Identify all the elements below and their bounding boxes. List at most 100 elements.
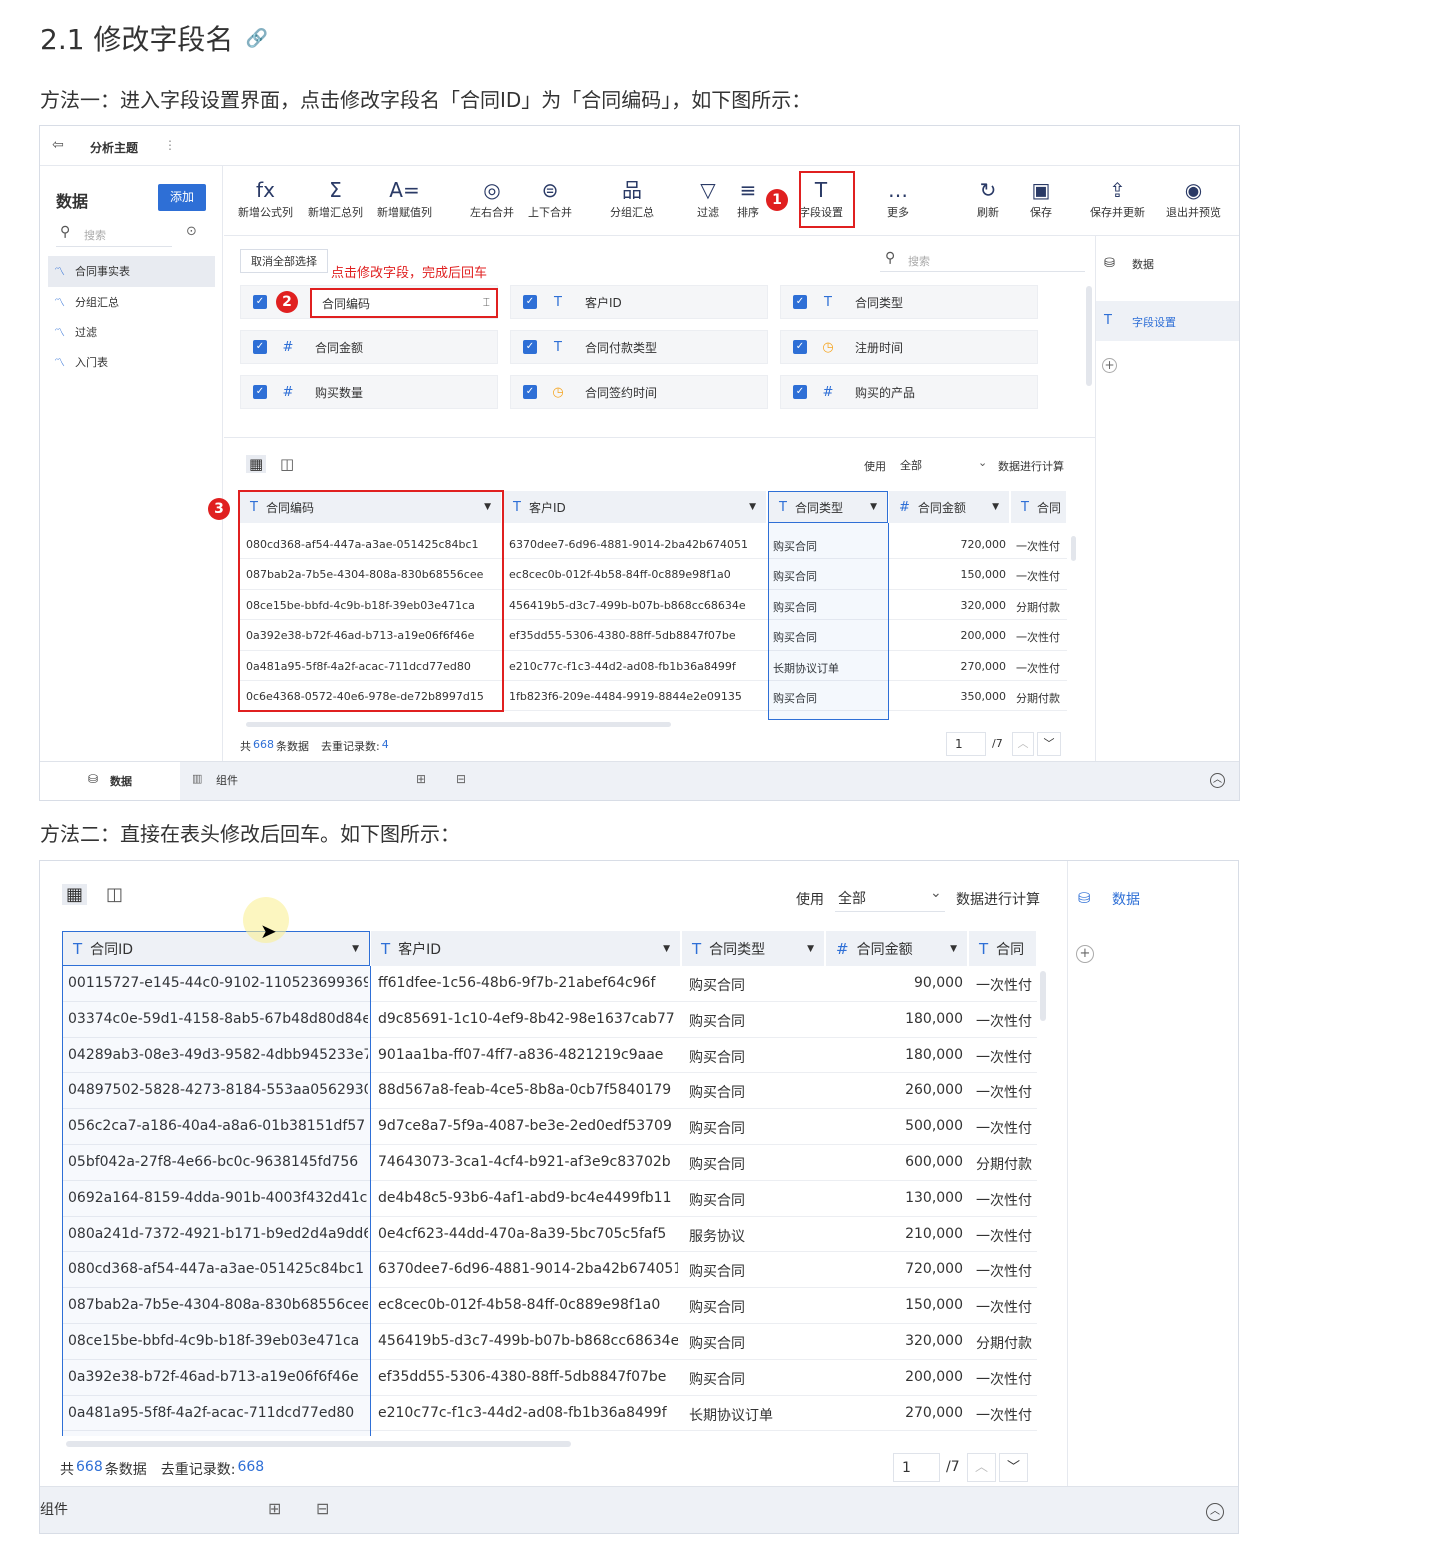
tb-exit-preview[interactable]: ◉ 退出并预览 bbox=[1166, 176, 1221, 220]
checkbox[interactable]: ✓ bbox=[793, 340, 807, 354]
table-cell[interactable]: 456419b5-d3c7-499b-b07b-b868cc68634e bbox=[378, 1333, 678, 1349]
link-icon[interactable]: 🔗 bbox=[245, 28, 267, 49]
col-name[interactable]: 合同 bbox=[1037, 499, 1061, 516]
table-cell[interactable]: 270,000 bbox=[893, 660, 1007, 673]
field-card-6[interactable]: ✓ # 购买数量 bbox=[240, 375, 498, 409]
col-name[interactable]: 合同ID bbox=[90, 939, 133, 959]
field-name[interactable]: 客户ID bbox=[585, 294, 622, 311]
tb-formula[interactable]: fx 新增公式列 bbox=[238, 176, 293, 220]
chevron-up-icon[interactable]: ︿ bbox=[967, 1453, 996, 1482]
col-name[interactable]: 合同金额 bbox=[918, 499, 966, 516]
col-header-2[interactable]: T 合同类型 ▼ bbox=[768, 491, 888, 523]
add-button[interactable]: 添加 bbox=[158, 184, 206, 211]
field-type-icon[interactable]: T bbox=[545, 295, 571, 310]
plus-icon[interactable]: + bbox=[1102, 358, 1117, 373]
plus-icon[interactable]: + bbox=[1076, 945, 1094, 963]
collapse-up-icon[interactable]: ︿ bbox=[1206, 1503, 1224, 1521]
table-cell[interactable]: 一次性付 bbox=[976, 1405, 1037, 1425]
table-cell[interactable]: ff61dfee-1c56-48b6-9f7b-21abef64c96f bbox=[378, 975, 678, 991]
table-cell[interactable]: 服务协议 bbox=[689, 1226, 821, 1246]
table-cell[interactable]: 一次性付 bbox=[976, 1226, 1037, 1246]
table-cell[interactable]: 180,000 bbox=[830, 1047, 963, 1063]
chevron-down-icon[interactable]: ⌄ bbox=[930, 885, 942, 901]
table-cell[interactable]: 一次性付 bbox=[976, 1297, 1037, 1317]
right-data[interactable]: 数据 bbox=[1132, 256, 1154, 272]
table-cell[interactable]: 一次性付 bbox=[1016, 568, 1067, 584]
h-scrollbar[interactable] bbox=[66, 1441, 571, 1447]
field-name[interactable]: 合同付款类型 bbox=[585, 339, 657, 356]
table-cell[interactable]: 购买合同 bbox=[689, 1190, 821, 1210]
ellipsis-icon[interactable]: ⊙ bbox=[186, 224, 197, 239]
checkbox[interactable]: ✓ bbox=[523, 295, 537, 309]
checkbox[interactable]: ✓ bbox=[793, 295, 807, 309]
col-name[interactable]: 合同金额 bbox=[857, 939, 913, 959]
col-header-4[interactable]: T 合同 bbox=[1011, 491, 1067, 523]
table-cell[interactable]: 200,000 bbox=[893, 629, 1007, 642]
chevron-down-icon[interactable]: ﹀ bbox=[999, 1453, 1028, 1482]
table-cell[interactable]: d9c85691-1c10-4ef9-8b42-98e1637cab77 bbox=[378, 1011, 678, 1027]
table-view-icon[interactable]: ▦ bbox=[246, 455, 267, 473]
field-type-icon[interactable]: # bbox=[275, 340, 301, 355]
field-type-icon[interactable]: # bbox=[275, 385, 301, 400]
table-cell[interactable]: 分期付款 bbox=[1016, 599, 1067, 615]
table-cell[interactable]: 9d7ce8a7-5f9a-4087-be3e-2ed0edf53709 bbox=[378, 1118, 678, 1134]
text-type-icon[interactable]: T bbox=[1021, 500, 1029, 515]
field-name[interactable]: 合同类型 bbox=[855, 294, 903, 311]
table-cell[interactable]: 一次性付 bbox=[976, 1261, 1037, 1281]
page-input[interactable]: 1 bbox=[893, 1453, 940, 1482]
checkbox[interactable]: ✓ bbox=[253, 340, 267, 354]
field-type-icon[interactable]: T bbox=[815, 295, 841, 310]
add-chart-icon[interactable]: ⊞ bbox=[416, 772, 426, 786]
table-cell[interactable]: 一次性付 bbox=[976, 1082, 1037, 1102]
collapse-up-icon[interactable]: ︿ bbox=[1210, 773, 1225, 788]
checkbox[interactable]: ✓ bbox=[793, 385, 807, 399]
table-cell[interactable]: de4b48c5-93b6-4af1-abd9-bc4e4499fb11 bbox=[378, 1190, 678, 1206]
table-cell[interactable]: ec8cec0b-012f-4b58-84ff-0c889e98f1a0 bbox=[509, 568, 763, 581]
table-cell[interactable]: 购买合同 bbox=[689, 1118, 821, 1138]
table-cell[interactable]: 一次性付 bbox=[976, 1011, 1037, 1031]
field-search-input[interactable]: 搜索 bbox=[908, 253, 930, 269]
right-data[interactable]: 数据 bbox=[1112, 889, 1140, 909]
text-type-icon[interactable]: T bbox=[381, 940, 390, 958]
field-name-edit-input[interactable]: 合同编码 ⌶ bbox=[310, 288, 498, 318]
table-cell[interactable]: 购买合同 bbox=[689, 1261, 821, 1281]
col-name[interactable]: 客户ID bbox=[398, 939, 441, 959]
table-cell[interactable]: 购买合同 bbox=[689, 1369, 821, 1389]
table-cell[interactable]: 270,000 bbox=[830, 1405, 963, 1421]
caret-down-icon[interactable]: ▼ bbox=[352, 944, 359, 954]
layout-view-icon[interactable]: ◫ bbox=[280, 455, 294, 473]
page-input[interactable]: 1 bbox=[946, 732, 986, 756]
table-cell[interactable]: 购买合同 bbox=[689, 1047, 821, 1067]
table-cell[interactable]: 分期付款 bbox=[976, 1154, 1037, 1174]
table-cell[interactable]: 200,000 bbox=[830, 1369, 963, 1385]
col-header-0[interactable]: T 合同ID ▼ bbox=[62, 931, 370, 966]
table-cell[interactable]: 购买合同 bbox=[689, 1297, 821, 1317]
field-name[interactable]: 购买数量 bbox=[315, 384, 363, 401]
caret-down-icon[interactable]: ▼ bbox=[807, 944, 814, 954]
left-search-input[interactable]: 搜索 bbox=[84, 227, 106, 243]
table-cell[interactable]: 6370dee7-6d96-4881-9014-2ba42b674051 bbox=[509, 538, 763, 551]
add-dashboard-icon[interactable]: ⊟ bbox=[316, 1499, 329, 1518]
tb-merge-lr[interactable]: ◎ 左右合并 bbox=[470, 176, 514, 220]
col-header-3[interactable]: # 合同金额 ▼ bbox=[889, 491, 1010, 523]
checkbox[interactable]: ✓ bbox=[253, 385, 267, 399]
table-cell[interactable]: 720,000 bbox=[830, 1261, 963, 1277]
chevron-down-icon[interactable]: ﹀ bbox=[1037, 732, 1061, 756]
table-cell[interactable]: 1fb823f6-209e-4484-9919-8844e2e09135 bbox=[509, 690, 763, 703]
tb-save[interactable]: ▣ 保存 bbox=[1030, 176, 1052, 220]
tb-summary[interactable]: Σ 新增汇总列 bbox=[308, 176, 363, 220]
left-item-1[interactable]: 〽分组汇总 bbox=[54, 294, 119, 310]
table-cell[interactable]: 购买合同 bbox=[689, 975, 821, 995]
table-cell[interactable]: 90,000 bbox=[830, 975, 963, 991]
col-header-4[interactable]: T 合同 bbox=[969, 931, 1037, 966]
text-type-icon[interactable]: T bbox=[979, 940, 988, 958]
field-card-8[interactable]: ✓ # 购买的产品 bbox=[780, 375, 1038, 409]
field-scrollbar[interactable] bbox=[1086, 286, 1092, 386]
table-cell[interactable]: 一次性付 bbox=[976, 975, 1037, 995]
more-vertical-icon[interactable]: ⋮ bbox=[164, 138, 176, 152]
tb-sort[interactable]: ≡ 排序 bbox=[737, 176, 759, 220]
table-cell[interactable]: 购买合同 bbox=[689, 1011, 821, 1031]
table-cell[interactable]: 720,000 bbox=[893, 538, 1007, 551]
table-cell[interactable]: 260,000 bbox=[830, 1082, 963, 1098]
table-view-icon[interactable]: ▦ bbox=[62, 884, 88, 905]
